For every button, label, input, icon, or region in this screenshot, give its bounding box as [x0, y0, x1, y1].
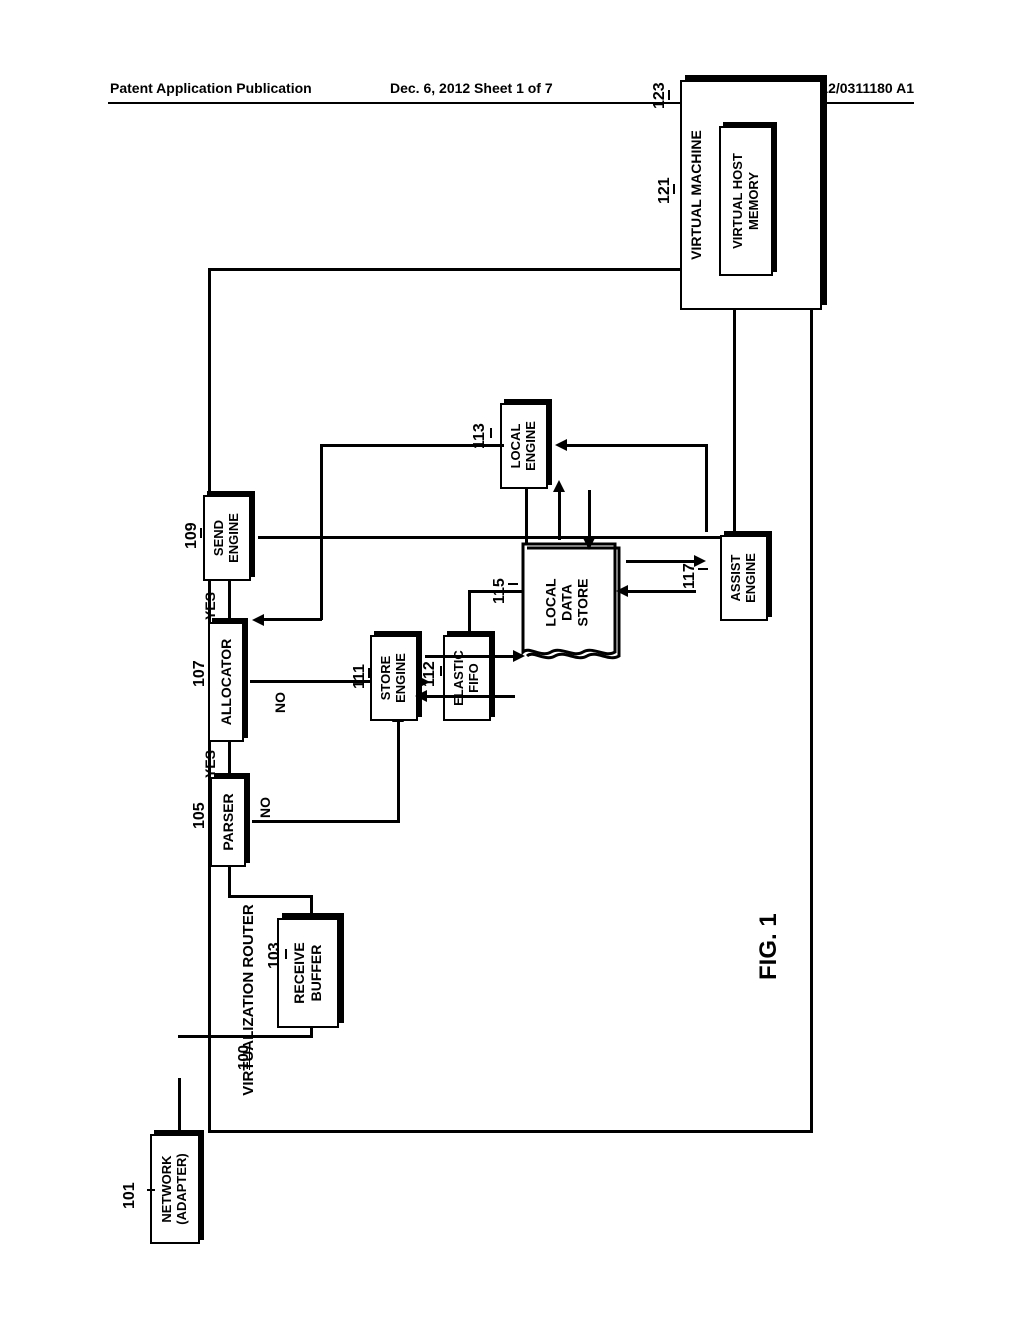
send-engine-tick: [200, 528, 202, 538]
arrow-rb-parser-b: [228, 895, 312, 898]
receive-buffer-ref: 103: [266, 929, 284, 969]
send-engine-ref: 109: [183, 509, 201, 549]
virtual-machine-ref: 123: [651, 69, 669, 109]
figure-label: FIG. 1: [755, 860, 785, 980]
arrow-ae-lds: [626, 590, 696, 593]
virtual-host-memory-box: VIRTUAL HOST MEMORY: [719, 126, 781, 276]
local-data-store-tick: [508, 583, 518, 585]
network-adapter-tick: [147, 1189, 155, 1191]
arrow-le-alloc-c: [262, 618, 322, 621]
alloc-no-label: NO: [272, 683, 288, 713]
arrow-ae-le-b: [565, 444, 707, 447]
arrow-lds-le-head: [553, 480, 565, 492]
arrow-parser-no-a: [252, 820, 400, 823]
header-center: Dec. 6, 2012 Sheet 1 of 7: [390, 80, 553, 96]
arrow-ef-le-a: [468, 590, 471, 635]
arrow-na-rb: [178, 1078, 181, 1135]
arrow-se-vhm-a: [258, 536, 736, 539]
arrow-le-alloc-b: [320, 444, 323, 620]
store-engine-box: STORE ENGINE: [370, 635, 426, 721]
arrow-se2-lds: [425, 655, 515, 658]
virtualization-router-title: VIRTUALIZATION ROUTER: [240, 890, 260, 1110]
network-adapter-ref: 101: [121, 1169, 139, 1209]
virtual-host-memory-ref: 121: [656, 164, 674, 204]
arrow-parser-no-b: [397, 720, 400, 822]
parser-box: PARSER: [210, 777, 254, 867]
virtual-machine-tick: [668, 90, 670, 100]
arrow-lds-se2: [425, 695, 515, 698]
arrow-le-lds-a: [588, 490, 591, 540]
local-data-store-ref: 115: [491, 564, 509, 604]
arrow-se2-lds-head: [513, 650, 525, 662]
elastic-fifo-box: ELASTIC FIFO: [443, 635, 499, 721]
local-engine-tick: [490, 428, 492, 438]
assist-engine-tick: [698, 568, 708, 570]
header-left: Patent Application Publication: [110, 80, 312, 96]
store-engine-ref: 111: [351, 649, 369, 689]
parser-tick: [208, 808, 210, 818]
local-engine-ref: 113: [471, 409, 489, 449]
parser-no-label: NO: [257, 788, 273, 818]
arrow-lds-le-a: [558, 490, 561, 540]
arrow-ae-le-head: [555, 439, 567, 451]
send-engine-box: SEND ENGINE: [203, 495, 259, 581]
arrow-le-alloc-head: [252, 614, 264, 626]
arrow-ae-le-a: [705, 444, 708, 532]
store-engine-tick: [368, 668, 370, 678]
receive-buffer-box: RECEIVE BUFFER: [277, 918, 347, 1028]
arrow-lds-se2-head: [415, 690, 427, 702]
figure-stage: FIG. 1 VIRTUALIZATION ROUTER 100 NETWORK…: [150, 160, 870, 1240]
arrow-le-lds-head: [583, 538, 595, 550]
assist-engine-ref: 117: [681, 549, 699, 589]
assist-engine-box: ASSIST ENGINE: [720, 535, 776, 621]
arrow-alloc-yes: [228, 578, 231, 622]
allocator-ref: 107: [191, 647, 209, 687]
arrow-rb-parser-a: [310, 895, 313, 920]
network-adapter-box: NETWORK (ADAPTER): [150, 1134, 208, 1244]
allocator-box: ALLOCATOR: [208, 622, 252, 742]
virtual-host-memory-tick: [673, 184, 675, 194]
parser-yes-label: YES: [202, 738, 218, 778]
receive-buffer-tick: [285, 949, 287, 959]
parser-ref: 105: [191, 789, 209, 829]
allocator-tick: [208, 666, 210, 676]
arrow-ae-lds-head: [616, 585, 628, 597]
arrow-le-alloc-a: [320, 444, 504, 447]
local-data-store-text: LOCAL DATA STORE: [543, 563, 598, 643]
local-engine-box: LOCAL ENGINE: [500, 403, 556, 489]
elastic-fifo-ref: 112: [421, 647, 439, 687]
elastic-fifo-tick: [440, 666, 442, 676]
alloc-yes-label: YES: [202, 580, 218, 620]
arrow-na-rb-b: [178, 1035, 313, 1038]
